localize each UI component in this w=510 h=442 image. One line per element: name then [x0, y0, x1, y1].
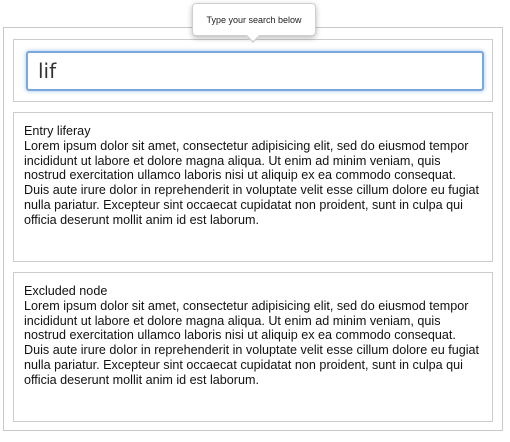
entry-item: Entry liferay Lorem ipsum dolor sit amet… — [13, 112, 493, 262]
entry-title: Excluded node — [24, 284, 108, 298]
search-input[interactable] — [26, 51, 484, 91]
tooltip-text: Type your search below — [206, 14, 302, 25]
search-tooltip: Type your search below — [192, 3, 316, 36]
entry-body: Lorem ipsum dolor sit amet, consectetur … — [24, 298, 480, 387]
tooltip-arrow — [246, 35, 260, 43]
entry-body: Lorem ipsum dolor sit amet, consectetur … — [24, 138, 480, 227]
search-container — [13, 39, 493, 102]
entry-title: Entry liferay — [24, 124, 91, 138]
entry-item: Excluded node Lorem ipsum dolor sit amet… — [13, 272, 493, 422]
